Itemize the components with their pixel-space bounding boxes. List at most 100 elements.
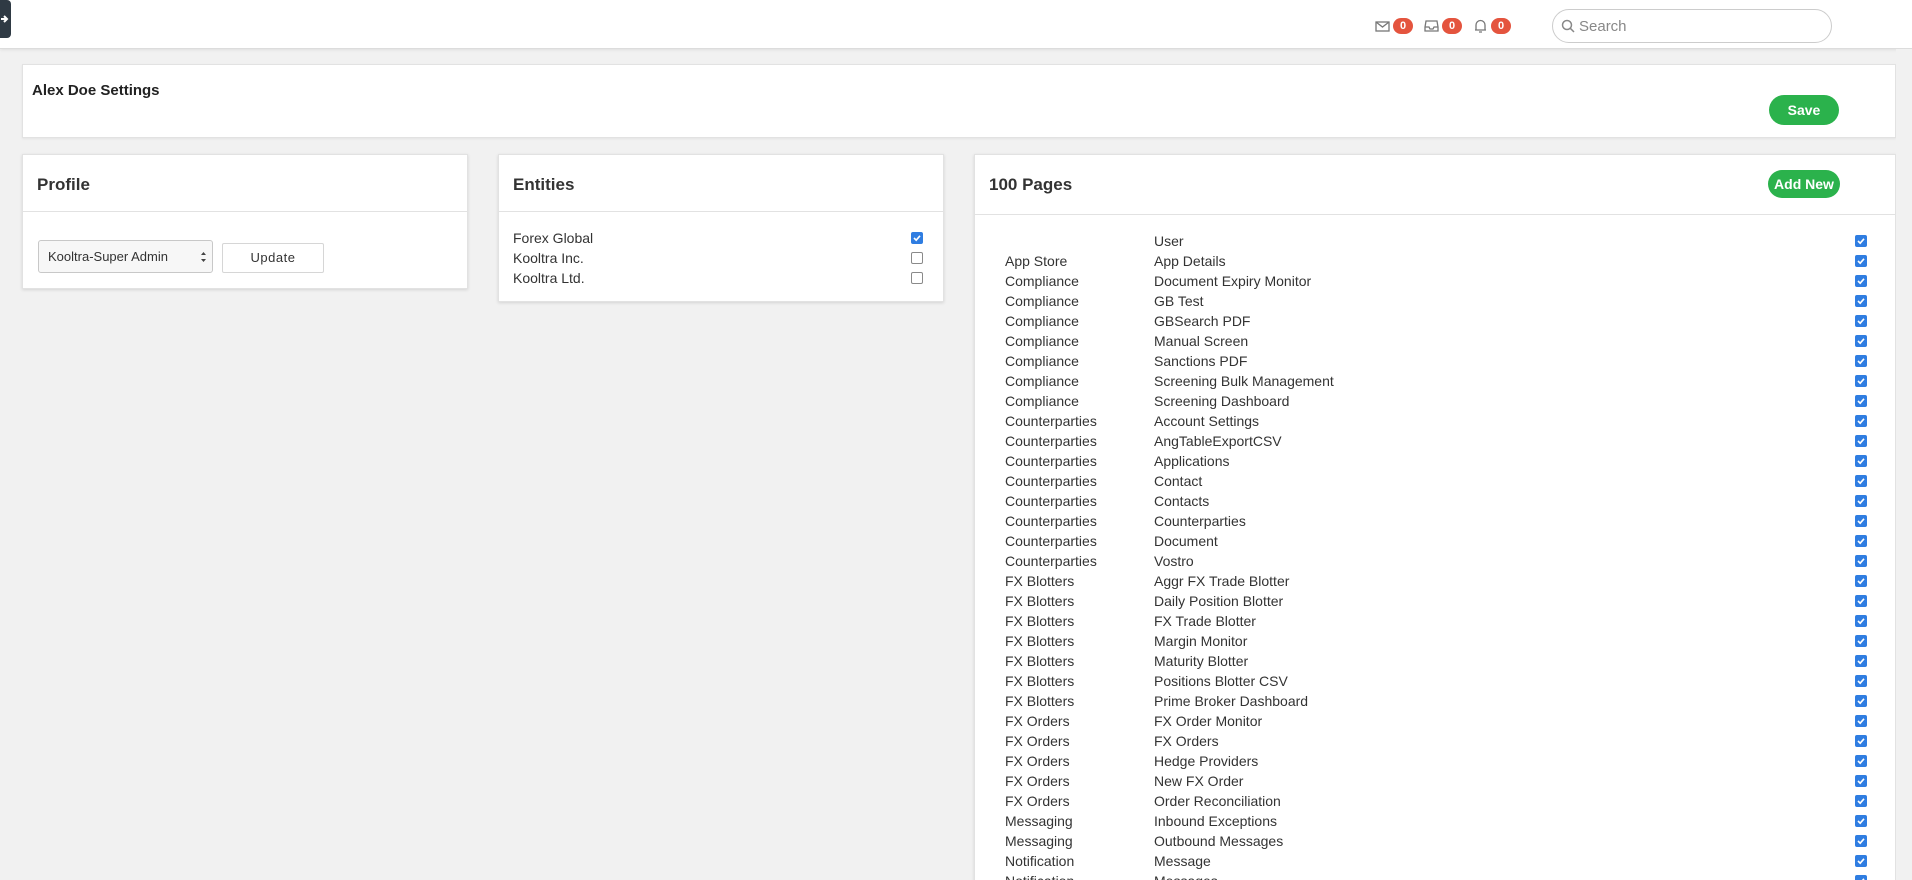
page-row: FX Orders FX Order Monitor — [1005, 711, 1867, 731]
page-category: Counterparties — [1005, 553, 1097, 569]
page-checkbox[interactable] — [1855, 455, 1867, 467]
page-checkbox[interactable] — [1855, 715, 1867, 727]
page-checkbox[interactable] — [1855, 535, 1867, 547]
page-row: Messaging Inbound Exceptions — [1005, 811, 1867, 831]
page-row: FX Blotters Prime Broker Dashboard — [1005, 691, 1867, 711]
entities-title: Entities — [513, 175, 575, 194]
page-category: Notification — [1005, 873, 1074, 880]
page-checkbox[interactable] — [1855, 855, 1867, 867]
page-category: Notification — [1005, 853, 1075, 869]
bell-notification[interactable]: 0 — [1472, 17, 1511, 35]
role-select[interactable]: Kooltra-Super Admin — [38, 240, 213, 273]
page-checkbox[interactable] — [1855, 235, 1867, 247]
page-checkbox[interactable] — [1855, 435, 1867, 447]
sidebar-toggle-button[interactable] — [0, 0, 11, 38]
search-input[interactable] — [1579, 16, 1819, 36]
check-icon — [1857, 478, 1865, 485]
page-category: Counterparties — [1005, 473, 1097, 489]
update-button[interactable]: Update — [222, 243, 324, 273]
add-new-button[interactable]: Add New — [1768, 170, 1840, 198]
inbox-icon — [1424, 20, 1439, 32]
page-row: Counterparties Contact — [1005, 471, 1867, 491]
page-checkbox[interactable] — [1855, 295, 1867, 307]
page-checkbox[interactable] — [1855, 755, 1867, 767]
page-checkbox[interactable] — [1855, 315, 1867, 327]
page-name: Screening Bulk Management — [1154, 373, 1334, 389]
check-icon — [1857, 698, 1865, 705]
page-checkbox[interactable] — [1855, 695, 1867, 707]
page-row: FX Blotters Daily Position Blotter — [1005, 591, 1867, 611]
entity-checkbox[interactable] — [911, 272, 923, 284]
select-arrows-icon — [201, 252, 206, 262]
page-name: Vostro — [1154, 553, 1194, 569]
check-icon — [1857, 818, 1865, 825]
search-icon — [1561, 19, 1575, 33]
page-checkbox[interactable] — [1855, 415, 1867, 427]
page-name: Contacts — [1154, 493, 1210, 509]
page-checkbox[interactable] — [1855, 835, 1867, 847]
page-category: Messaging — [1005, 833, 1073, 849]
page-checkbox[interactable] — [1855, 395, 1867, 407]
page-checkbox[interactable] — [1855, 575, 1867, 587]
page-checkbox[interactable] — [1855, 515, 1867, 527]
page-checkbox[interactable] — [1855, 735, 1867, 747]
page-row: FX Blotters Maturity Blotter — [1005, 651, 1867, 671]
page-name: Document Expiry Monitor — [1154, 273, 1312, 289]
page-checkbox[interactable] — [1855, 375, 1867, 387]
page-name: Order Reconciliation — [1154, 793, 1281, 809]
mail-notification[interactable]: 0 — [1374, 17, 1413, 35]
top-bar: 0 0 0 — [0, 0, 1912, 49]
page-name: Maturity Blotter — [1154, 653, 1249, 669]
page-row: FX Blotters Margin Monitor — [1005, 631, 1867, 651]
entity-checkbox[interactable] — [911, 252, 923, 264]
page-category: FX Orders — [1005, 713, 1070, 729]
page-row: FX Orders FX Orders — [1005, 731, 1867, 751]
page-name: FX Trade Blotter — [1154, 613, 1256, 629]
page-name: Positions Blotter CSV — [1154, 673, 1288, 689]
page-checkbox[interactable] — [1855, 335, 1867, 347]
page-category: FX Orders — [1005, 773, 1070, 789]
save-button[interactable]: Save — [1769, 95, 1839, 125]
role-select-value: Kooltra-Super Admin — [48, 249, 168, 264]
page-category: App Store — [1005, 253, 1068, 269]
page-checkbox[interactable] — [1855, 595, 1867, 607]
page-row: Compliance GBSearch PDF — [1005, 311, 1867, 331]
entity-label: Kooltra Inc. — [513, 250, 584, 266]
page-name: Applications — [1154, 453, 1230, 469]
page-row: User — [1005, 231, 1867, 251]
page-row: Compliance Sanctions PDF — [1005, 351, 1867, 371]
inbox-notification[interactable]: 0 — [1423, 17, 1462, 35]
search-box[interactable] — [1552, 9, 1832, 43]
check-icon — [1857, 658, 1865, 665]
mail-icon — [1375, 21, 1390, 32]
check-icon — [1857, 858, 1865, 865]
page-checkbox[interactable] — [1855, 655, 1867, 667]
page-scrollbar[interactable] — [1896, 49, 1912, 880]
page-checkbox[interactable] — [1855, 495, 1867, 507]
settings-header-panel: Alex Doe Settings Save — [22, 64, 1896, 138]
page-row: FX Orders New FX Order — [1005, 771, 1867, 791]
page-checkbox[interactable] — [1855, 555, 1867, 567]
check-icon — [1857, 418, 1865, 425]
page-checkbox[interactable] — [1855, 475, 1867, 487]
entity-checkbox[interactable] — [911, 232, 923, 244]
page-name: Prime Broker Dashboard — [1154, 693, 1309, 709]
page-checkbox[interactable] — [1855, 615, 1867, 627]
page-checkbox[interactable] — [1855, 875, 1867, 880]
page-checkbox[interactable] — [1855, 355, 1867, 367]
page-category: FX Orders — [1005, 733, 1070, 749]
page-checkbox[interactable] — [1855, 795, 1867, 807]
check-icon — [1857, 378, 1865, 385]
page-checkbox[interactable] — [1855, 815, 1867, 827]
page-checkbox[interactable] — [1855, 255, 1867, 267]
check-icon — [1857, 298, 1865, 305]
page-checkbox[interactable] — [1855, 775, 1867, 787]
page-name: Screening Dashboard — [1154, 393, 1290, 409]
page-checkbox[interactable] — [1855, 675, 1867, 687]
page-row: FX Orders Hedge Providers — [1005, 751, 1867, 771]
check-icon — [1857, 498, 1865, 505]
page-category: FX Blotters — [1005, 573, 1075, 589]
page-checkbox[interactable] — [1855, 275, 1867, 287]
page-checkbox[interactable] — [1855, 635, 1867, 647]
page-category: FX Orders — [1005, 793, 1070, 809]
